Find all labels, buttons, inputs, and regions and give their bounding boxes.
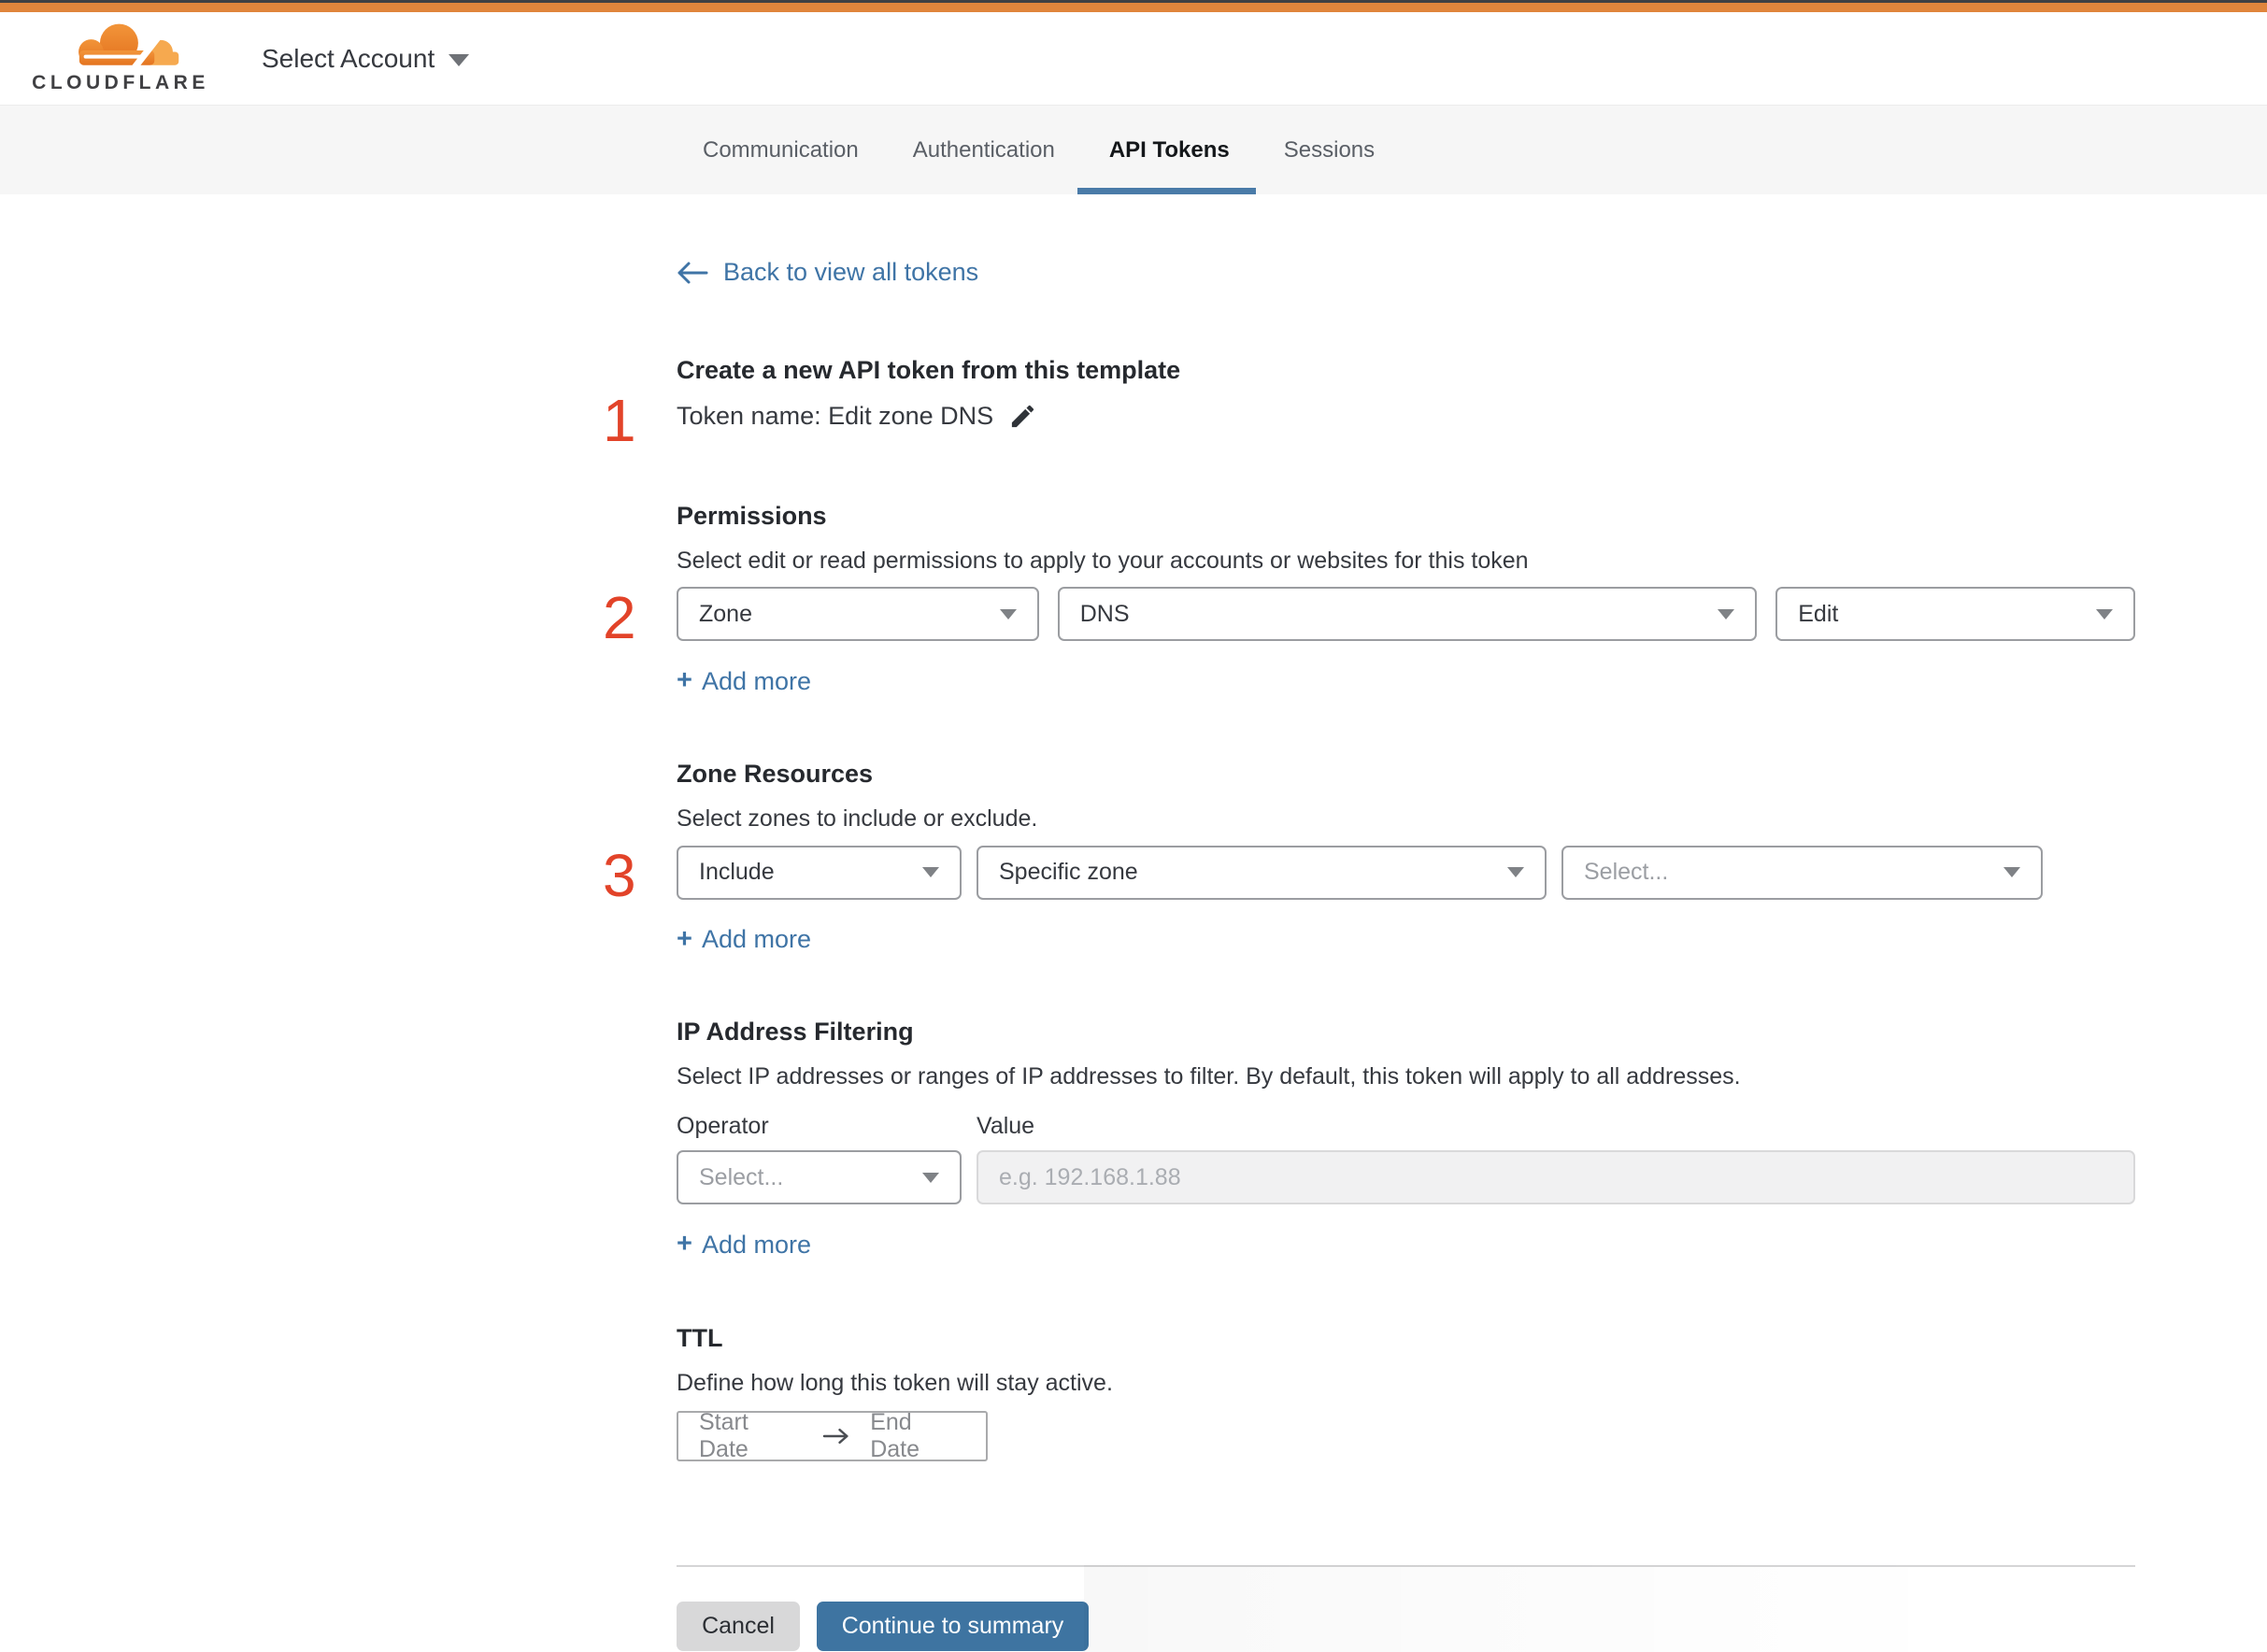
token-template-form: Back to view all tokens 1 Create a new A… [603, 194, 2135, 1651]
chevron-down-icon [2003, 867, 2020, 878]
ttl-heading: TTL [677, 1323, 723, 1352]
start-date-placeholder: Start Date [699, 1408, 749, 1462]
cloudflare-logo: CLOUDFLARE [32, 22, 209, 94]
tab-label: API Tokens [1108, 136, 1230, 163]
cloudflare-cloud-icon [78, 23, 179, 70]
zone-picker-placeholder: Select... [1584, 859, 1669, 886]
permission-resource-value: DNS [1079, 600, 1130, 627]
ip-filtering-section: IP Address Filtering Select IP addresses… [677, 1018, 2135, 1260]
permission-scope-select[interactable]: Zone [677, 587, 1039, 642]
zone-mode-select[interactable]: Include [677, 845, 962, 900]
token-name-label: Token name: Edit zone DNS [677, 401, 994, 430]
ip-filtering-add-more-link[interactable]: + Add more [677, 1229, 811, 1260]
permissions-section: 2 Permissions Select edit or read permis… [603, 501, 2135, 697]
end-date-placeholder: End Date [870, 1408, 920, 1462]
permission-resource-select[interactable]: DNS [1057, 587, 1758, 642]
ttl-description: Define how long this token will stay act… [677, 1369, 1113, 1396]
zone-resources-heading: Zone Resources [677, 759, 874, 788]
add-more-label: Add more [701, 924, 811, 953]
permissions-add-more-link[interactable]: + Add more [677, 665, 811, 696]
cloudflare-logo-text: CLOUDFLARE [32, 72, 209, 93]
zone-mode-value: Include [699, 859, 775, 886]
permission-access-value: Edit [1798, 600, 1839, 627]
chevron-down-icon [922, 867, 939, 878]
ip-operator-select[interactable]: Select... [677, 1150, 962, 1205]
form-actions: Cancel Continue to summary [677, 1601, 2135, 1651]
step-number-2: 2 [603, 583, 636, 651]
permissions-description: Select edit or read permissions to apply… [677, 547, 1529, 574]
tab-label: Communication [703, 136, 859, 163]
zone-resources-description: Select zones to include or exclude. [677, 805, 1038, 832]
arrow-right-icon [822, 1428, 848, 1444]
ip-operator-placeholder: Select... [699, 1163, 784, 1190]
profile-tabbar: Communication Authentication API Tokens … [0, 105, 2267, 194]
tab-authentication[interactable]: Authentication [913, 106, 1055, 194]
top-accent-orange-bar [0, 3, 2267, 12]
ip-value-input[interactable] [977, 1150, 2135, 1205]
add-more-label: Add more [701, 1230, 811, 1259]
account-selector-label: Select Account [262, 43, 435, 73]
edit-pencil-icon [1012, 405, 1034, 427]
operator-label: Operator [677, 1112, 769, 1139]
plus-icon: + [677, 665, 692, 696]
back-to-tokens-link[interactable]: Back to view all tokens [677, 258, 978, 287]
chevron-down-icon [1718, 608, 1735, 620]
step-number-1: 1 [603, 386, 636, 454]
zone-resources-section: 3 Zone Resources Select zones to include… [603, 759, 2135, 955]
ip-filtering-heading: IP Address Filtering [677, 1017, 914, 1046]
continue-to-summary-button[interactable]: Continue to summary [817, 1601, 1089, 1651]
zone-picker-select[interactable]: Select... [1561, 845, 2043, 900]
chevron-down-icon [922, 1172, 939, 1183]
edit-token-name-button[interactable] [1008, 402, 1037, 431]
back-arrow-icon [677, 262, 708, 284]
tab-label: Authentication [912, 136, 1055, 163]
add-more-label: Add more [701, 666, 811, 695]
token-name-section: 1 Create a new API token from this templ… [603, 355, 2135, 450]
cancel-button[interactable]: Cancel [677, 1601, 800, 1651]
zone-scope-value: Specific zone [999, 859, 1138, 886]
value-label: Value [977, 1112, 1035, 1139]
permissions-heading: Permissions [677, 501, 827, 530]
chevron-down-icon [449, 54, 470, 66]
ttl-section: TTL Define how long this token will stay… [677, 1323, 2135, 1462]
ip-filtering-description: Select IP addresses or ranges of IP addr… [677, 1062, 1741, 1089]
template-heading: Create a new API token from this templat… [677, 355, 1181, 384]
back-link-label: Back to view all tokens [723, 258, 979, 286]
tab-communication[interactable]: Communication [703, 106, 859, 194]
plus-icon: + [677, 1229, 692, 1260]
permission-scope-value: Zone [699, 600, 752, 627]
permission-access-select[interactable]: Edit [1775, 587, 2135, 642]
ttl-date-range-picker[interactable]: Start Date End Date [677, 1408, 988, 1462]
tab-api-tokens[interactable]: API Tokens [1076, 106, 1256, 194]
zone-resources-add-more-link[interactable]: + Add more [677, 924, 811, 955]
app-header: CLOUDFLARE Select Account [0, 12, 2267, 105]
chevron-down-icon [999, 608, 1017, 620]
chevron-down-icon [2095, 608, 2113, 620]
account-selector-dropdown[interactable]: Select Account [262, 43, 470, 74]
zone-scope-select[interactable]: Specific zone [977, 845, 1547, 900]
chevron-down-icon [1507, 867, 1524, 878]
tab-label: Sessions [1283, 136, 1376, 163]
step-number-3: 3 [603, 841, 636, 909]
footer-divider [677, 1564, 2135, 1567]
plus-icon: + [677, 923, 692, 954]
tab-sessions[interactable]: Sessions [1284, 106, 1375, 194]
